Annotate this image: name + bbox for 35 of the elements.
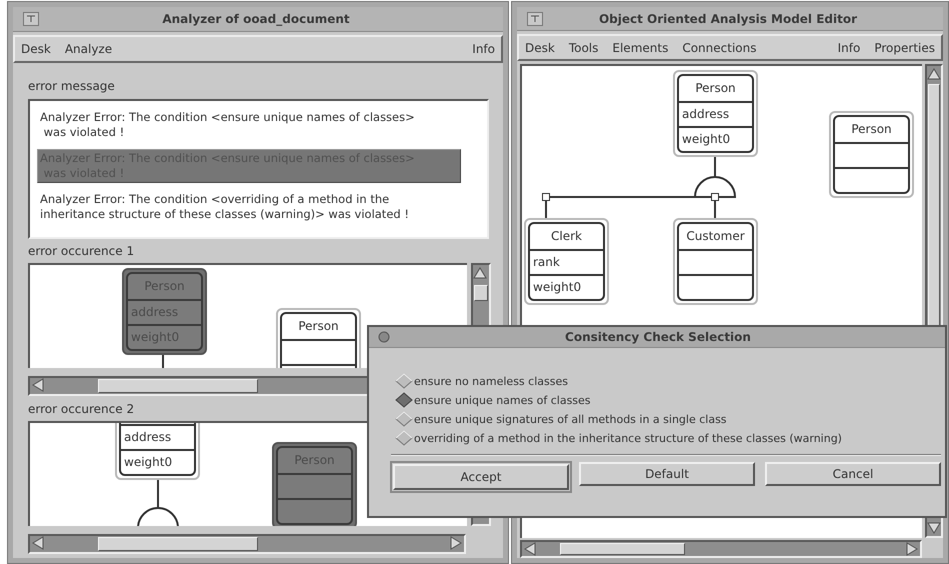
dialog-button[interactable]: Default bbox=[579, 462, 755, 486]
dialog-button[interactable]: Cancel bbox=[765, 462, 941, 486]
window-title: Object Oriented Analysis Model Editor bbox=[598, 12, 858, 26]
menu-item[interactable]: Analyze bbox=[64, 42, 112, 56]
attribute-text: address bbox=[124, 430, 172, 444]
section-label: error message bbox=[28, 79, 116, 93]
class-name: Person bbox=[851, 122, 892, 136]
dialog-title: Consitency Check Selection bbox=[564, 330, 752, 344]
window-title: Analyzer of ooad_document bbox=[161, 12, 351, 26]
option-label: ensure unique names of classes bbox=[414, 394, 591, 406]
class-name: Customer bbox=[686, 229, 745, 243]
menu-item[interactable]: Connections bbox=[682, 40, 756, 54]
menu-item[interactable]: Properties bbox=[874, 40, 935, 54]
menu-item[interactable]: Tools bbox=[568, 40, 598, 54]
error-message[interactable]: Analyzer Error: The condition <ensure unique names of classes> was violated ! bbox=[37, 110, 461, 140]
method-text: weight0 bbox=[533, 280, 582, 294]
class-name: Person bbox=[695, 81, 736, 95]
section-label: error occurence 1 bbox=[28, 244, 136, 258]
method-text: weight0 bbox=[682, 132, 730, 146]
attribute-text: address bbox=[682, 107, 730, 121]
option-label: ensure no nameless classes bbox=[414, 374, 568, 388]
section-label: error occurence 2 bbox=[28, 402, 136, 416]
option-label: ensure unique signatures of all methods in a single class bbox=[414, 412, 727, 426]
attribute-text: rank bbox=[533, 255, 560, 269]
class-name: Person bbox=[298, 319, 339, 333]
menu-item[interactable]: Desk bbox=[525, 40, 555, 54]
dialog-button[interactable]: Accept bbox=[393, 464, 569, 490]
menu-item[interactable]: Info bbox=[472, 42, 495, 56]
option-label: overriding of a method in the inheritance structure of these classes (warning) bbox=[414, 432, 842, 444]
menu-item[interactable]: Desk bbox=[21, 42, 51, 56]
class-name: Clerk bbox=[551, 229, 582, 243]
menu-item[interactable]: Elements bbox=[612, 40, 668, 54]
menu-item[interactable]: Info bbox=[838, 40, 860, 54]
error-message[interactable]: Analyzer Error: The condition <overriding of a method in the inheritance structure of these classes (warning)> was violated ! bbox=[37, 192, 461, 222]
method-text: weight0 bbox=[124, 455, 172, 469]
